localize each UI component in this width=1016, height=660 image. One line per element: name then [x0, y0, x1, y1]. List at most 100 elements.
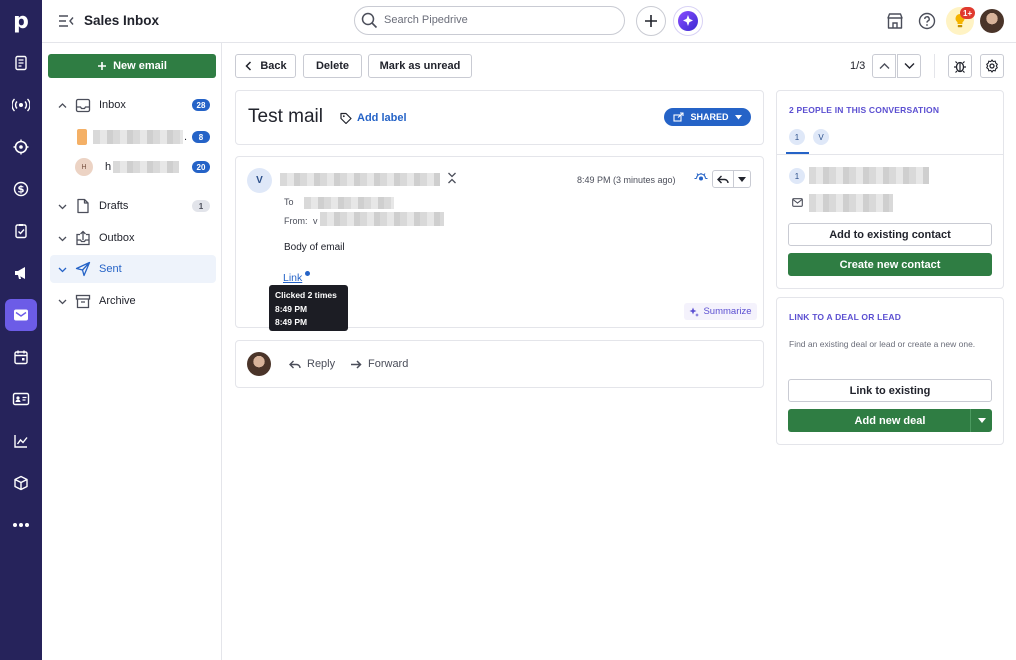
- folder-sent[interactable]: Sent: [50, 255, 216, 283]
- quick-add-button[interactable]: [636, 6, 666, 36]
- account-avatar: H: [75, 158, 93, 176]
- reply-split-button[interactable]: [712, 170, 751, 188]
- chevron-down-icon[interactable]: [58, 265, 67, 274]
- mark-unread-button[interactable]: Mark as unread: [368, 54, 472, 78]
- ai-assistant-button[interactable]: [673, 6, 703, 36]
- drafts-count: 1: [192, 200, 210, 212]
- shared-visibility-button[interactable]: SHARED: [664, 108, 751, 126]
- delete-button[interactable]: Delete: [303, 54, 362, 78]
- folder-drafts[interactable]: Drafts 1: [50, 192, 216, 220]
- link-click-indicator: [305, 271, 310, 276]
- previous-mail-button[interactable]: [872, 54, 896, 78]
- marketplace-icon[interactable]: [886, 12, 904, 30]
- add-deal-split-button[interactable]: Add new deal: [788, 409, 992, 432]
- outbox-label: Outbox: [99, 232, 135, 244]
- person-email-redacted: [809, 194, 893, 212]
- activity-feed-icon[interactable]: [5, 89, 37, 121]
- back-button[interactable]: Back: [235, 54, 296, 78]
- target-icon[interactable]: [5, 131, 37, 163]
- bug-icon: [954, 61, 966, 73]
- tabs-divider: [777, 154, 1003, 155]
- forward-button[interactable]: Forward: [350, 358, 408, 370]
- deal-description: Find an existing deal or lead or create …: [789, 339, 976, 349]
- to-address-redacted: [304, 197, 394, 209]
- chevron-up-icon: [879, 63, 889, 69]
- chevron-down-icon[interactable]: [58, 202, 67, 211]
- tracked-link[interactable]: Link: [283, 272, 302, 284]
- add-to-existing-contact-button[interactable]: Add to existing contact: [788, 223, 992, 246]
- campaigns-icon[interactable]: [5, 257, 37, 289]
- tag-icon: [340, 112, 352, 124]
- from-label: From:: [284, 216, 308, 226]
- next-mail-button[interactable]: [897, 54, 921, 78]
- deal-heading: LINK TO A DEAL OR LEAD: [789, 312, 902, 322]
- reply-icon: [289, 360, 301, 368]
- folder-archive[interactable]: Archive: [50, 287, 216, 315]
- mail-settings-button[interactable]: [980, 54, 1004, 78]
- reply-options-button[interactable]: [734, 171, 750, 187]
- draft-icon: [77, 198, 89, 214]
- caret-down-icon: [738, 176, 746, 182]
- leads-icon[interactable]: [5, 47, 37, 79]
- chevron-down-icon[interactable]: [58, 234, 67, 243]
- tooltip-title: Clicked 2 times: [275, 290, 337, 300]
- inbox-account-1[interactable]: . 8: [50, 123, 216, 151]
- tasks-icon[interactable]: [5, 215, 37, 247]
- link-to-existing-button[interactable]: Link to existing: [788, 379, 992, 402]
- search-placeholder: Search Pipedrive: [384, 14, 468, 26]
- calendar-icon[interactable]: [5, 341, 37, 373]
- chevron-up-icon[interactable]: [58, 101, 67, 110]
- person-tab-2[interactable]: V: [813, 129, 829, 145]
- toolbar-divider: [934, 54, 935, 78]
- user-avatar[interactable]: [980, 9, 1004, 33]
- sender-avatar[interactable]: V: [247, 168, 272, 193]
- summarize-button[interactable]: Summarize: [684, 303, 757, 320]
- tracking-button[interactable]: [948, 54, 972, 78]
- contacts-icon[interactable]: [5, 383, 37, 415]
- inbox-account-2[interactable]: H h 20: [50, 153, 216, 181]
- insights-icon[interactable]: [5, 425, 37, 457]
- notification-badge: 1+: [960, 7, 976, 19]
- reply-button[interactable]: Reply: [289, 358, 335, 370]
- folder-outbox[interactable]: Outbox: [50, 224, 216, 252]
- collapse-headers-icon[interactable]: [447, 172, 457, 184]
- create-new-contact-button[interactable]: Create new contact: [788, 253, 992, 276]
- mail-icon[interactable]: [5, 299, 37, 331]
- mail-timestamp: 8:49 PM (3 minutes ago): [577, 175, 676, 185]
- folder-inbox[interactable]: Inbox 28: [50, 91, 216, 119]
- deals-icon[interactable]: $: [5, 173, 37, 205]
- sparkle-icon: [689, 307, 700, 317]
- inbox-count: 28: [192, 99, 210, 111]
- chevron-down-icon[interactable]: [58, 297, 67, 306]
- tooltip-click-time: 8:49 PM: [275, 303, 308, 314]
- inbox-label: Inbox: [99, 99, 126, 111]
- to-label: To: [284, 197, 294, 207]
- archive-label: Archive: [99, 295, 136, 307]
- new-email-button[interactable]: New email: [48, 54, 216, 78]
- collapse-menu-icon[interactable]: [58, 14, 74, 28]
- summarize-label: Summarize: [703, 306, 752, 317]
- sender-name-redacted: [280, 173, 440, 186]
- reply-label: Reply: [307, 358, 336, 370]
- account-count: 20: [192, 161, 210, 173]
- account-avatar: [77, 129, 87, 145]
- add-deal-options-button[interactable]: [970, 409, 992, 432]
- quick-reply-button[interactable]: [713, 171, 734, 187]
- gear-icon: [986, 59, 998, 73]
- my-avatar: [247, 352, 271, 376]
- account-email-redacted: [93, 130, 183, 144]
- archive-icon: [75, 294, 91, 308]
- add-label-text: Add label: [357, 112, 407, 124]
- more-icon[interactable]: [5, 509, 37, 541]
- add-label-button[interactable]: Add label: [340, 112, 407, 124]
- reply-icon: [717, 175, 729, 183]
- shared-label: SHARED: [690, 112, 729, 122]
- help-icon[interactable]: [918, 12, 936, 30]
- caret-down-icon: [977, 418, 986, 423]
- account-email-redacted: [113, 161, 180, 173]
- add-new-deal-button[interactable]: Add new deal: [788, 409, 970, 432]
- person-tab-1[interactable]: 1: [789, 129, 805, 145]
- outbox-icon: [76, 230, 90, 246]
- pipedrive-logo[interactable]: p: [0, 0, 42, 42]
- products-icon[interactable]: [5, 467, 37, 499]
